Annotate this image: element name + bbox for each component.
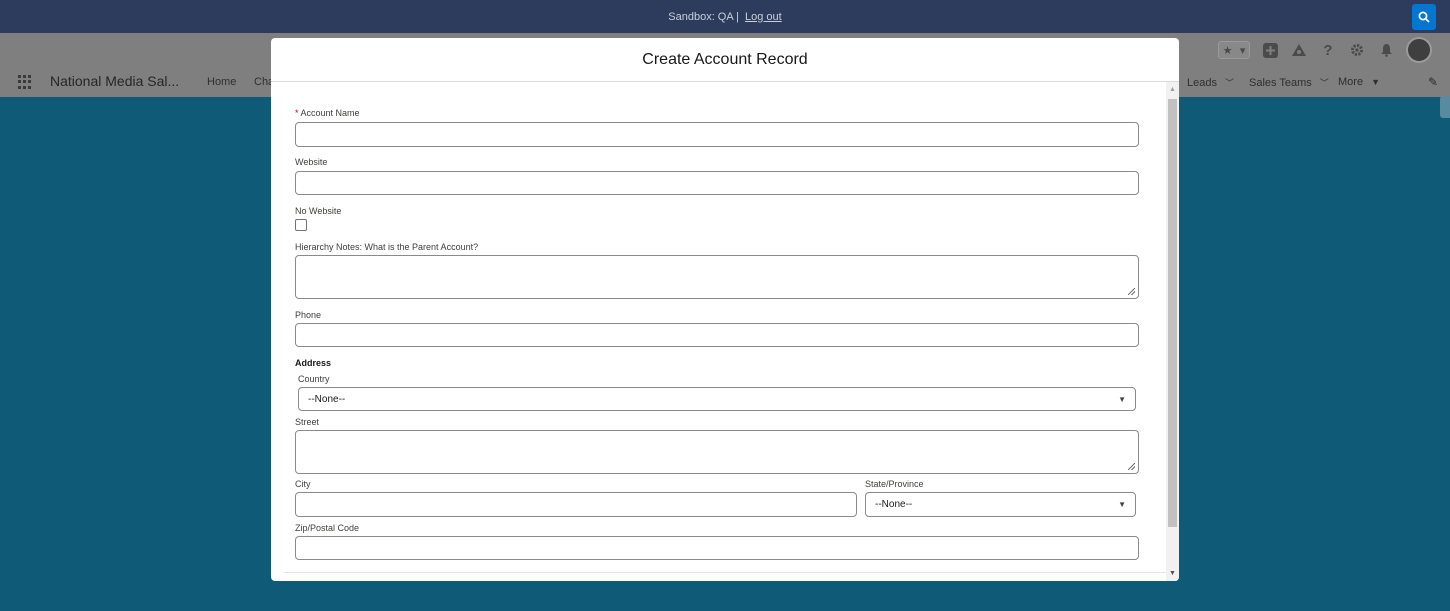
add-icon[interactable]: [1261, 41, 1279, 59]
no-website-checkbox[interactable]: [295, 219, 307, 231]
country-selected-value: --None--: [308, 393, 346, 405]
resize-handle-icon[interactable]: [1128, 463, 1135, 470]
dropdown-arrow-icon: ▼: [1118, 395, 1126, 404]
favorites-star-icon[interactable]: ★ ▾: [1218, 41, 1250, 59]
nav-item-more-label: More: [1338, 76, 1364, 88]
website-label: Website: [295, 157, 328, 167]
trailhead-icon[interactable]: [1290, 41, 1308, 59]
caret-down-icon: ▼: [1371, 77, 1380, 87]
search-icon[interactable]: [1412, 4, 1436, 30]
no-website-label: No Website: [295, 206, 342, 216]
account-name-label-text: Account Name: [300, 108, 360, 118]
create-account-modal: Create Account Record * Account Name Webs…: [271, 38, 1179, 581]
scroll-down-icon[interactable]: ▼: [1169, 570, 1176, 577]
modal-title: Create Account Record: [642, 50, 808, 68]
chevron-down-icon[interactable]: ﹀: [1320, 78, 1329, 88]
notifications-bell-icon[interactable]: [1377, 41, 1395, 59]
sandbox-banner: Sandbox: QA | Log out: [0, 0, 1450, 33]
hierarchy-notes-textarea[interactable]: [295, 255, 1139, 299]
country-label: Country: [298, 374, 330, 384]
chevron-down-icon[interactable]: ﹀: [1225, 78, 1234, 88]
zip-input[interactable]: [295, 536, 1139, 560]
nav-item-sales-teams[interactable]: Sales Teams ﹀: [1249, 76, 1329, 89]
user-avatar[interactable]: [1406, 37, 1432, 63]
logout-link[interactable]: Log out: [745, 11, 782, 23]
help-icon[interactable]: ?: [1319, 41, 1337, 59]
nav-item-leads-label: Leads: [1187, 77, 1217, 89]
street-label: Street: [295, 417, 320, 427]
sandbox-label: Sandbox: QA |: [668, 10, 740, 23]
account-name-label: * Account Name: [295, 108, 360, 118]
required-marker: *: [295, 108, 299, 118]
modal-footer-divider: [283, 572, 1166, 573]
nav-item-sales-teams-label: Sales Teams: [1249, 77, 1312, 89]
app-name: National Media Sal...: [50, 73, 180, 89]
modal-body: * Account Name Website No Website Hierarc…: [271, 82, 1166, 581]
scroll-thumb[interactable]: [1168, 99, 1177, 527]
phone-label: Phone: [295, 310, 322, 320]
setup-gear-icon[interactable]: [1348, 41, 1366, 59]
zip-label: Zip/Postal Code: [295, 523, 360, 533]
nav-item-home[interactable]: Home: [207, 76, 236, 88]
website-input[interactable]: [295, 171, 1139, 195]
edit-pencil-icon[interactable]: ✎: [1428, 75, 1438, 89]
address-section-title: Address: [295, 358, 332, 368]
state-label: State/Province: [865, 479, 924, 489]
phone-input[interactable]: [295, 323, 1139, 347]
modal-header: Create Account Record: [271, 38, 1179, 82]
dropdown-arrow-icon: ▼: [1118, 500, 1126, 509]
utility-bar: ★ ▾ ?: [1218, 37, 1432, 63]
state-select[interactable]: --None-- ▼: [865, 492, 1136, 517]
nav-item-more[interactable]: More ▼: [1338, 76, 1380, 88]
resize-handle-icon[interactable]: [1128, 288, 1135, 295]
state-selected-value: --None--: [875, 499, 913, 510]
account-name-input[interactable]: [295, 122, 1139, 147]
city-label: City: [295, 479, 311, 489]
modal-scrollbar[interactable]: ▲ ▼: [1166, 82, 1179, 581]
side-panel-tab[interactable]: [1440, 96, 1450, 118]
country-select[interactable]: --None-- ▼: [298, 387, 1136, 411]
hierarchy-notes-label: Hierarchy Notes: What is the Parent Acco…: [295, 242, 479, 252]
scroll-up-icon[interactable]: ▲: [1169, 86, 1176, 93]
nav-item-leads[interactable]: Leads ﹀: [1187, 76, 1234, 89]
app-launcher-icon[interactable]: [18, 75, 32, 89]
city-input[interactable]: [295, 492, 857, 517]
street-textarea[interactable]: [295, 430, 1139, 474]
